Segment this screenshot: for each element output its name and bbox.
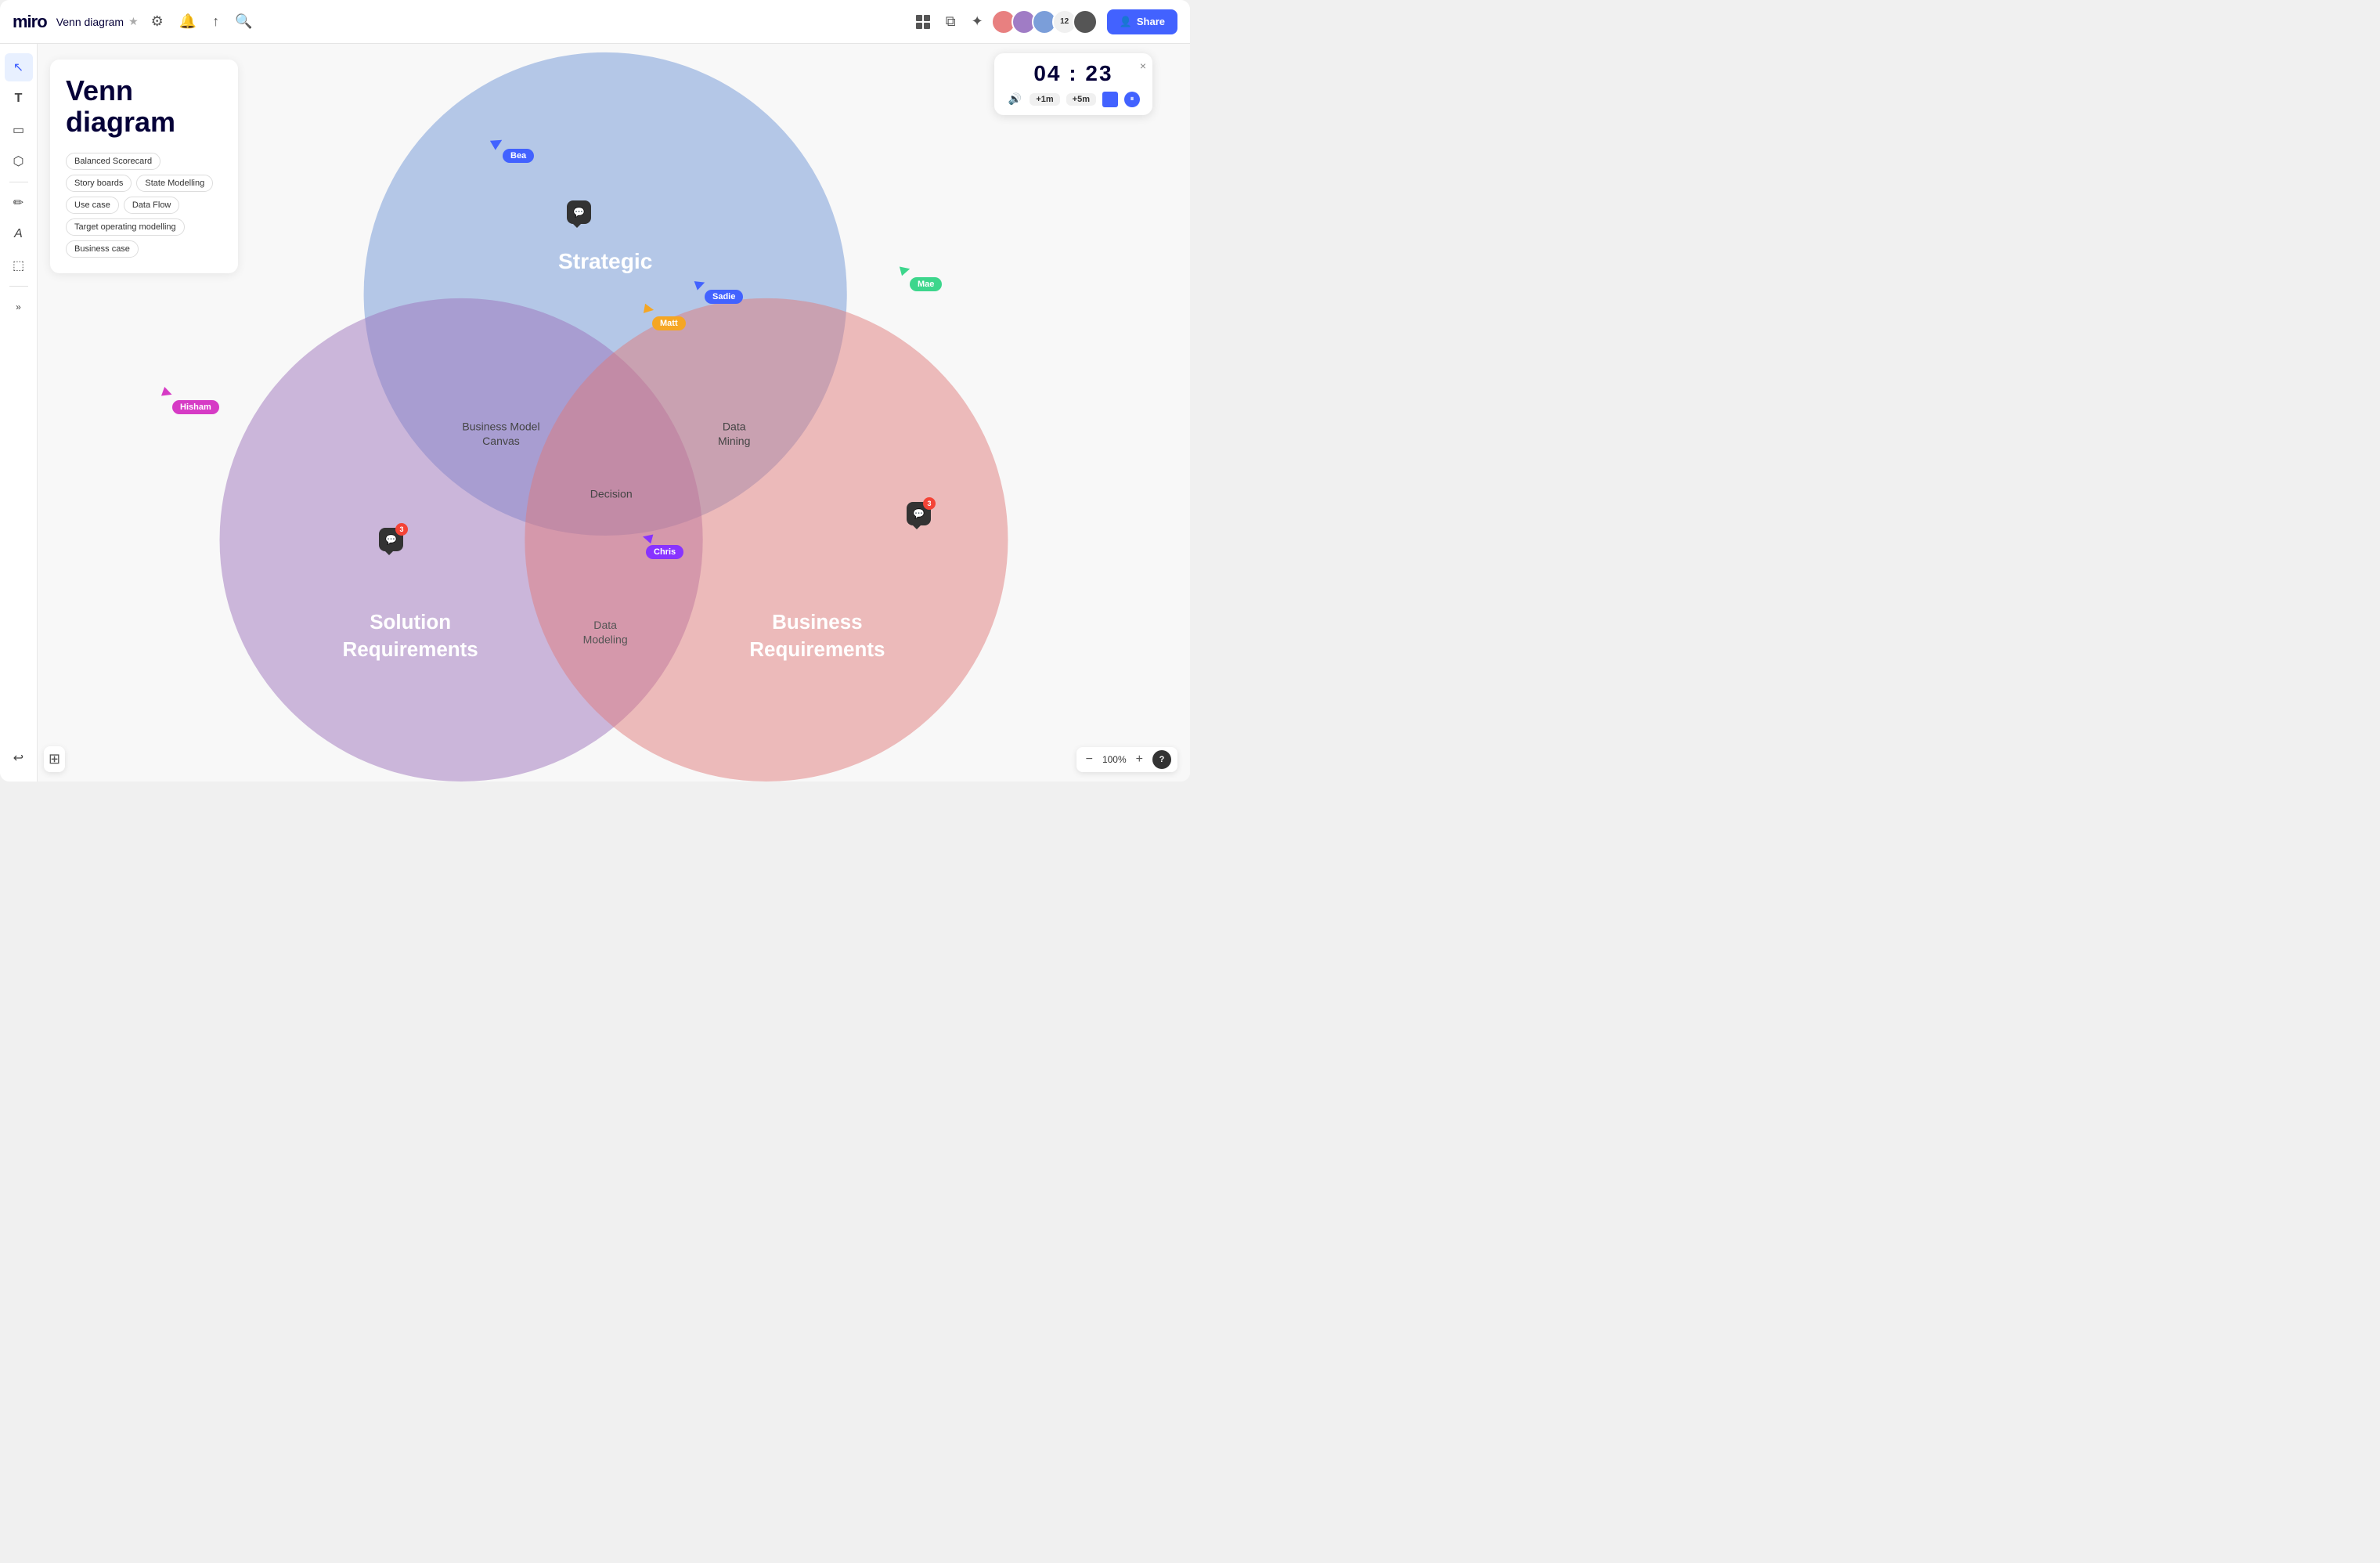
avatar-self — [1073, 9, 1098, 34]
svg-text:Modeling: Modeling — [583, 634, 628, 646]
search-icon[interactable]: 🔍 — [232, 10, 255, 33]
undo-tool[interactable]: ↩ — [5, 744, 33, 772]
sticky-note-tool[interactable]: ▭ — [5, 116, 33, 144]
main-area: ↖ T ▭ ⬡ ✏ A ⬚ » ↩ Strateg — [0, 44, 1190, 782]
comment-bubble-1[interactable]: 💬 — [567, 200, 591, 224]
tag-balanced-scorecard[interactable]: Balanced Scorecard — [66, 153, 160, 170]
pen-tool[interactable]: ✏ — [5, 189, 33, 217]
tag-list: Balanced Scorecard Story boards State Mo… — [66, 153, 222, 258]
document-title[interactable]: Venn diagram ★ — [56, 15, 139, 28]
tag-business-case[interactable]: Business case — [66, 240, 139, 258]
svg-text:Business Model: Business Model — [462, 421, 539, 433]
svg-text:Business: Business — [772, 610, 862, 634]
canvas-area[interactable]: Strategic Solution Requirements Business… — [38, 44, 1190, 782]
more-tools[interactable]: » — [5, 293, 33, 321]
sidebar-panel: Venndiagram Balanced Scorecard Story boa… — [50, 60, 238, 273]
apps-icon[interactable] — [913, 12, 933, 32]
share-button[interactable]: 👤 Share — [1107, 9, 1177, 34]
comment-bubble-2[interactable]: 💬 3 — [379, 528, 403, 551]
panel-toggle-button[interactable]: ⊞ — [44, 746, 65, 772]
venn-diagram: Strategic Solution Requirements Business… — [38, 44, 1190, 782]
timer-plus1-button[interactable]: +1m — [1030, 93, 1059, 106]
svg-text:Mining: Mining — [718, 435, 750, 447]
header-actions: ⧉ ✦ 12 👤 Share — [913, 9, 1177, 34]
zoom-in-button[interactable]: + — [1133, 751, 1146, 768]
notifications-icon[interactable]: 🔔 — [176, 10, 200, 33]
zoom-out-button[interactable]: − — [1083, 751, 1096, 768]
svg-text:Requirements: Requirements — [343, 637, 478, 661]
tag-use-case[interactable]: Use case — [66, 197, 119, 214]
svg-text:Data: Data — [723, 421, 746, 433]
timer-display: 04 : 23 — [1007, 61, 1140, 86]
timer-plus5-button[interactable]: +5m — [1066, 93, 1096, 106]
svg-text:Data: Data — [593, 619, 617, 631]
timer-controls: 🔊 +1m +5m ⏸ — [1007, 91, 1140, 107]
confetti-icon[interactable]: ✦ — [968, 10, 986, 33]
header: miro Venn diagram ★ ⚙ 🔔 ↑ 🔍 ⧉ ✦ — [0, 0, 1190, 44]
svg-text:Canvas: Canvas — [482, 435, 520, 447]
miro-logo: miro — [13, 12, 47, 32]
help-button[interactable]: ? — [1152, 750, 1171, 769]
filter-icon[interactable]: ⧉ — [943, 10, 959, 33]
timer-pause-button[interactable]: ⏸ — [1124, 92, 1140, 107]
zoom-level: 100% — [1099, 754, 1130, 765]
favorite-icon[interactable]: ★ — [128, 15, 139, 28]
svg-text:Decision: Decision — [590, 487, 633, 500]
timer-sound-icon[interactable]: 🔊 — [1007, 91, 1023, 107]
zoom-toolbar: − 100% + ? — [1076, 747, 1177, 772]
shapes-tool[interactable]: ⬡ — [5, 147, 33, 175]
text-tool-2[interactable]: A — [5, 220, 33, 248]
comment-bubble-3[interactable]: 💬 3 — [907, 502, 931, 525]
business-circle — [525, 298, 1008, 782]
tag-state-modelling[interactable]: State Modelling — [136, 175, 213, 192]
timer-close-button[interactable]: × — [1140, 60, 1146, 72]
diagram-title: Venndiagram — [66, 75, 222, 137]
tag-target-operating[interactable]: Target operating modelling — [66, 218, 185, 236]
frame-tool[interactable]: ⬚ — [5, 251, 33, 280]
tag-data-flow[interactable]: Data Flow — [124, 197, 180, 214]
svg-text:Strategic: Strategic — [558, 249, 652, 273]
text-tool[interactable]: T — [5, 85, 33, 113]
cursor-tool[interactable]: ↖ — [5, 53, 33, 81]
svg-text:Solution: Solution — [370, 610, 451, 634]
share-export-icon[interactable]: ↑ — [209, 10, 222, 33]
timer-widget: × 04 : 23 🔊 +1m +5m ⏸ — [994, 53, 1152, 115]
timer-stop-button[interactable] — [1102, 92, 1118, 107]
left-toolbar: ↖ T ▭ ⬡ ✏ A ⬚ » ↩ — [0, 44, 38, 782]
tag-story-boards[interactable]: Story boards — [66, 175, 132, 192]
svg-text:Requirements: Requirements — [749, 637, 885, 661]
settings-icon[interactable]: ⚙ — [148, 10, 167, 33]
collaborator-avatars: 12 — [996, 9, 1098, 34]
